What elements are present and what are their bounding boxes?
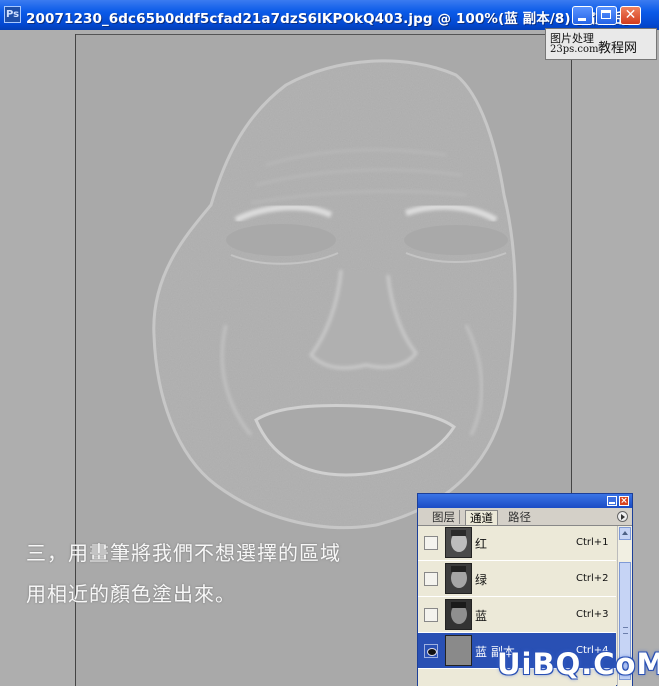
tab-paths[interactable]: 路径 (504, 510, 535, 524)
watermark-bottom: UiBQ.CoM (497, 647, 659, 681)
photoshop-document-icon: Ps (4, 6, 21, 23)
channel-thumbnail-image (446, 564, 471, 593)
channel-shortcut: Ctrl+2 (576, 573, 609, 584)
panel-close-button[interactable]: × (619, 496, 629, 506)
channel-name: 蓝 (475, 609, 488, 623)
visibility-toggle[interactable] (424, 644, 438, 658)
channel-row-blue[interactable]: 蓝 Ctrl+3 (418, 597, 616, 633)
visibility-toggle[interactable] (424, 608, 438, 622)
panel-menu-button[interactable] (617, 511, 628, 522)
channel-thumbnail-image (446, 528, 471, 557)
minimize-icon (578, 18, 586, 21)
panel-minimize-button[interactable] (607, 496, 617, 506)
watermark-line3: 教程网 (598, 41, 638, 56)
channel-thumbnail (445, 527, 472, 558)
maximize-button[interactable] (596, 6, 617, 25)
panel-tabs: 图层 通道 路径 (418, 508, 632, 526)
instruction-caption-line1: 三，用畫筆將我們不想選擇的區域 (26, 541, 341, 565)
scrollbar-grip-icon (623, 627, 628, 634)
eye-icon (427, 648, 437, 656)
close-button[interactable]: ✕ (620, 6, 641, 25)
channel-thumbnail (445, 563, 472, 594)
channel-thumbnail-image (446, 600, 471, 629)
channel-name: 绿 (475, 573, 488, 587)
channel-shortcut: Ctrl+3 (576, 609, 609, 620)
channel-thumbnail (445, 599, 472, 630)
minimize-button[interactable] (572, 6, 593, 25)
instruction-caption-line2: 用相近的顏色塗出來。 (26, 582, 236, 606)
window-title: 20071230_6dc65b0ddf5cfad21a7dzS6lKPOkQ40… (26, 11, 629, 27)
channel-shortcut: Ctrl+1 (576, 537, 609, 548)
watermark-line2: 23ps.com (550, 44, 599, 55)
close-icon: ✕ (624, 7, 637, 23)
window-titlebar[interactable]: Ps 20071230_6dc65b0ddf5cfad21a7dzS6lKPOk… (0, 0, 659, 30)
channel-row-green[interactable]: 绿 Ctrl+2 (418, 561, 616, 597)
channel-thumbnail (445, 635, 472, 666)
watermark-top: 图片处理 23ps.com 教程网 (545, 28, 657, 60)
tab-layers[interactable]: 图层 (428, 510, 460, 524)
tab-channels[interactable]: 通道 (465, 510, 498, 525)
visibility-toggle[interactable] (424, 536, 438, 550)
scroll-up-arrow-icon[interactable] (619, 527, 631, 540)
channel-row-red[interactable]: 红 Ctrl+1 (418, 526, 616, 561)
panel-titlebar[interactable]: × (418, 494, 632, 508)
channel-name: 红 (475, 537, 488, 551)
maximize-icon (601, 10, 611, 19)
document-border-right (571, 34, 572, 494)
visibility-toggle[interactable] (424, 572, 438, 586)
